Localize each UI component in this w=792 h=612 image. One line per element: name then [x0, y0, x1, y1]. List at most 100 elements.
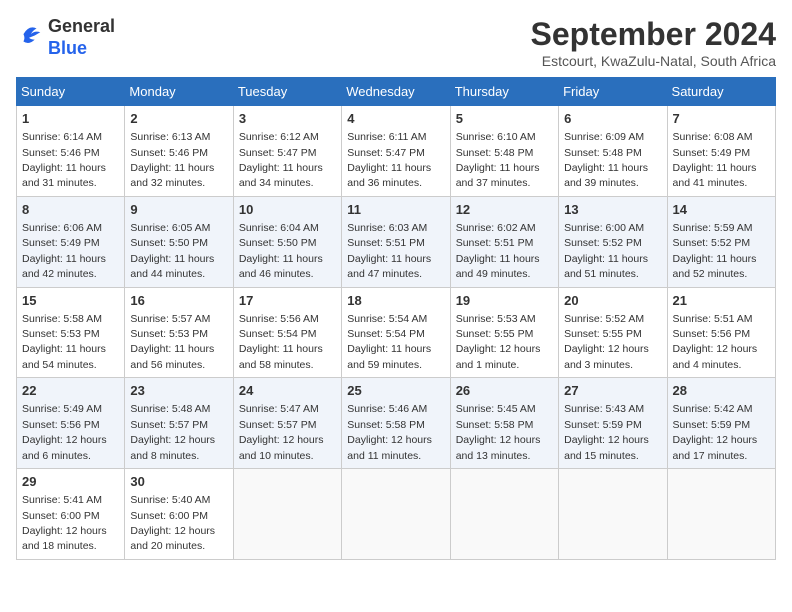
weekday-header-row: Sunday Monday Tuesday Wednesday Thursday…	[17, 78, 776, 106]
calendar-cell: 25 Sunrise: 5:46 AMSunset: 5:58 PMDayligh…	[342, 378, 450, 469]
sunrise-text: Sunrise: 5:47 AMSunset: 5:57 PMDaylight:…	[239, 403, 324, 461]
day-number: 3	[239, 110, 336, 128]
day-number: 4	[347, 110, 444, 128]
calendar-cell: 27Sunrise: 5:43 AMSunset: 5:59 PMDayligh…	[559, 378, 667, 469]
calendar-cell: 18 Sunrise: 5:54 AMSunset: 5:54 PMDayligh…	[342, 287, 450, 378]
day-number: 20	[564, 292, 661, 310]
calendar-cell: 14 Sunrise: 5:59 AMSunset: 5:52 PMDayligh…	[667, 196, 775, 287]
day-number: 26	[456, 382, 553, 400]
month-title: September 2024	[531, 16, 776, 53]
logo: General Blue	[16, 16, 115, 59]
calendar-table: Sunday Monday Tuesday Wednesday Thursday…	[16, 77, 776, 560]
calendar-cell: 21 Sunrise: 5:51 AMSunset: 5:56 PMDayligh…	[667, 287, 775, 378]
sunrise-text: Sunrise: 5:40 AMSunset: 6:00 PMDaylight:…	[130, 494, 215, 552]
calendar-cell: 16Sunrise: 5:57 AMSunset: 5:53 PMDayligh…	[125, 287, 233, 378]
day-number: 11	[347, 201, 444, 219]
calendar-cell	[450, 469, 558, 560]
sunrise-text: Sunrise: 5:49 AMSunset: 5:56 PMDaylight:…	[22, 403, 107, 461]
calendar-cell: 15 Sunrise: 5:58 AMSunset: 5:53 PMDayligh…	[17, 287, 125, 378]
sunrise-text: Sunrise: 6:06 AMSunset: 5:49 PMDaylight:…	[22, 222, 106, 280]
calendar-cell: 6 Sunrise: 6:09 AMSunset: 5:48 PMDaylight…	[559, 106, 667, 197]
day-number: 12	[456, 201, 553, 219]
day-number: 29	[22, 473, 119, 491]
day-number: 30	[130, 473, 227, 491]
calendar-cell: 12 Sunrise: 6:02 AMSunset: 5:51 PMDayligh…	[450, 196, 558, 287]
week-row-4: 22 Sunrise: 5:49 AMSunset: 5:56 PMDayligh…	[17, 378, 776, 469]
calendar-cell: 24 Sunrise: 5:47 AMSunset: 5:57 PMDayligh…	[233, 378, 341, 469]
sunrise-text: Sunrise: 6:00 AMSunset: 5:52 PMDaylight:…	[564, 222, 648, 280]
calendar-cell: 2 Sunrise: 6:13 AMSunset: 5:46 PMDaylight…	[125, 106, 233, 197]
calendar-cell: 9 Sunrise: 6:05 AMSunset: 5:50 PMDaylight…	[125, 196, 233, 287]
day-number: 15	[22, 292, 119, 310]
header-thursday: Thursday	[450, 78, 558, 106]
calendar-cell: 10 Sunrise: 6:04 AMSunset: 5:50 PMDayligh…	[233, 196, 341, 287]
sunrise-text: Sunrise: 5:58 AMSunset: 5:53 PMDaylight:…	[22, 313, 106, 371]
day-number: 9	[130, 201, 227, 219]
day-number: 5	[456, 110, 553, 128]
header-friday: Friday	[559, 78, 667, 106]
sunrise-text: Sunrise: 5:46 AMSunset: 5:58 PMDaylight:…	[347, 403, 432, 461]
day-number: 14	[673, 201, 770, 219]
day-number: 25	[347, 382, 444, 400]
calendar-cell	[233, 469, 341, 560]
sunrise-text: Sunrise: 5:56 AMSunset: 5:54 PMDaylight:…	[239, 313, 323, 371]
day-number: 19	[456, 292, 553, 310]
sunrise-text: Sunrise: 6:05 AMSunset: 5:50 PMDaylight:…	[130, 222, 214, 280]
logo-general-text: General	[48, 16, 115, 36]
sunrise-text: Sunrise: 6:09 AMSunset: 5:48 PMDaylight:…	[564, 131, 648, 189]
header-monday: Monday	[125, 78, 233, 106]
day-number: 24	[239, 382, 336, 400]
sunrise-text: Sunrise: 5:59 AMSunset: 5:52 PMDaylight:…	[673, 222, 757, 280]
day-number: 7	[673, 110, 770, 128]
day-number: 1	[22, 110, 119, 128]
sunrise-text: Sunrise: 6:13 AMSunset: 5:46 PMDaylight:…	[130, 131, 214, 189]
sunrise-text: Sunrise: 5:57 AMSunset: 5:53 PMDaylight:…	[130, 313, 214, 371]
calendar-cell: 22 Sunrise: 5:49 AMSunset: 5:56 PMDayligh…	[17, 378, 125, 469]
day-number: 18	[347, 292, 444, 310]
sunrise-text: Sunrise: 6:11 AMSunset: 5:47 PMDaylight:…	[347, 131, 431, 189]
sunrise-text: Sunrise: 5:54 AMSunset: 5:54 PMDaylight:…	[347, 313, 431, 371]
day-number: 6	[564, 110, 661, 128]
calendar-cell: 29 Sunrise: 5:41 AMSunset: 6:00 PMDayligh…	[17, 469, 125, 560]
day-number: 10	[239, 201, 336, 219]
logo-blue-text: Blue	[48, 38, 87, 58]
sunrise-text: Sunrise: 5:45 AMSunset: 5:58 PMDaylight:…	[456, 403, 541, 461]
day-number: 27	[564, 382, 661, 400]
week-row-3: 15 Sunrise: 5:58 AMSunset: 5:53 PMDayligh…	[17, 287, 776, 378]
calendar-cell: 23Sunrise: 5:48 AMSunset: 5:57 PMDayligh…	[125, 378, 233, 469]
sunrise-text: Sunrise: 5:41 AMSunset: 6:00 PMDaylight:…	[22, 494, 107, 552]
title-block: September 2024 Estcourt, KwaZulu-Natal, …	[531, 16, 776, 69]
sunrise-text: Sunrise: 5:42 AMSunset: 5:59 PMDaylight:…	[673, 403, 758, 461]
sunrise-text: Sunrise: 6:02 AMSunset: 5:51 PMDaylight:…	[456, 222, 540, 280]
calendar-cell: 13 Sunrise: 6:00 AMSunset: 5:52 PMDayligh…	[559, 196, 667, 287]
sunrise-text: Sunrise: 5:53 AMSunset: 5:55 PMDaylight:…	[456, 313, 541, 371]
calendar-cell: 19 Sunrise: 5:53 AMSunset: 5:55 PMDayligh…	[450, 287, 558, 378]
calendar-cell: 3Sunrise: 6:12 AMSunset: 5:47 PMDaylight…	[233, 106, 341, 197]
day-number: 13	[564, 201, 661, 219]
calendar-cell: 4 Sunrise: 6:11 AMSunset: 5:47 PMDaylight…	[342, 106, 450, 197]
day-number: 21	[673, 292, 770, 310]
calendar-cell: 30 Sunrise: 5:40 AMSunset: 6:00 PMDayligh…	[125, 469, 233, 560]
location-title: Estcourt, KwaZulu-Natal, South Africa	[531, 53, 776, 69]
calendar-cell: 7 Sunrise: 6:08 AMSunset: 5:49 PMDaylight…	[667, 106, 775, 197]
sunrise-text: Sunrise: 6:10 AMSunset: 5:48 PMDaylight:…	[456, 131, 540, 189]
sunrise-text: Sunrise: 6:03 AMSunset: 5:51 PMDaylight:…	[347, 222, 431, 280]
calendar-cell	[667, 469, 775, 560]
day-number: 23	[130, 382, 227, 400]
calendar-cell	[559, 469, 667, 560]
calendar-cell	[342, 469, 450, 560]
week-row-1: 1Sunrise: 6:14 AMSunset: 5:46 PMDaylight…	[17, 106, 776, 197]
day-number: 22	[22, 382, 119, 400]
sunrise-text: Sunrise: 6:04 AMSunset: 5:50 PMDaylight:…	[239, 222, 323, 280]
calendar-cell: 17 Sunrise: 5:56 AMSunset: 5:54 PMDayligh…	[233, 287, 341, 378]
bird-icon	[16, 21, 44, 49]
header-sunday: Sunday	[17, 78, 125, 106]
sunrise-text: Sunrise: 6:08 AMSunset: 5:49 PMDaylight:…	[673, 131, 757, 189]
calendar-cell: 11 Sunrise: 6:03 AMSunset: 5:51 PMDayligh…	[342, 196, 450, 287]
day-number: 2	[130, 110, 227, 128]
header-saturday: Saturday	[667, 78, 775, 106]
header-wednesday: Wednesday	[342, 78, 450, 106]
week-row-5: 29 Sunrise: 5:41 AMSunset: 6:00 PMDayligh…	[17, 469, 776, 560]
day-number: 17	[239, 292, 336, 310]
sunrise-text: Sunrise: 5:51 AMSunset: 5:56 PMDaylight:…	[673, 313, 758, 371]
